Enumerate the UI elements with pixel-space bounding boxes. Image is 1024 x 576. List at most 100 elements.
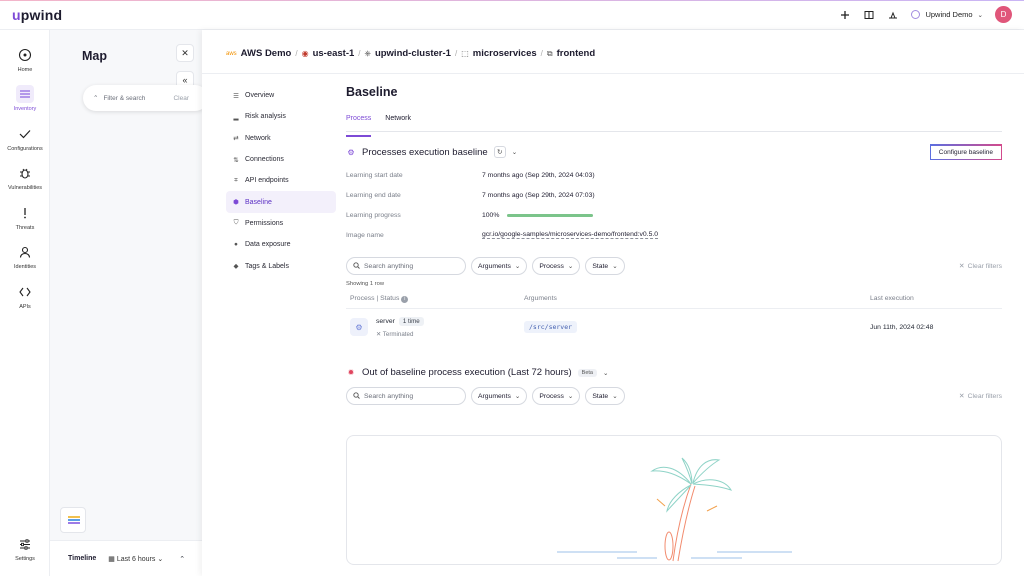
- chevron-down-icon[interactable]: ⌄: [512, 148, 517, 156]
- nav-item-inventory[interactable]: Inventory: [0, 85, 50, 112]
- empty-state-panel: [346, 435, 1002, 565]
- beta-badge: Beta: [577, 368, 597, 377]
- breadcrumb: aws AWS Demo / ◉ us-east-1 / ⎈ upwind-cl…: [226, 48, 595, 59]
- clear-filters-button[interactable]: ✕ Clear filters: [959, 392, 1002, 401]
- filter-process[interactable]: Process ⌄: [532, 257, 581, 276]
- nav-item-identities[interactable]: Identities: [0, 243, 50, 270]
- close-map-button[interactable]: ✕: [176, 44, 194, 62]
- nav-item-vulnerabilities[interactable]: Vulnerabilities: [0, 164, 50, 191]
- nav-item-settings[interactable]: Settings: [0, 535, 50, 562]
- subnav-item-overview[interactable]: ☰ Overview: [226, 85, 336, 106]
- filter-state[interactable]: State ⌄: [585, 387, 625, 406]
- upwind-logo[interactable]: upwind: [12, 7, 62, 23]
- check-icon: [16, 125, 34, 143]
- column-header-last-execution[interactable]: Last execution: [864, 295, 1002, 302]
- filter-arguments[interactable]: Arguments ⌄: [471, 387, 528, 406]
- subnav-item-network[interactable]: ⇄ Network: [226, 128, 336, 149]
- process-icon: ⚙: [350, 318, 368, 337]
- tab-network[interactable]: Network: [385, 115, 411, 131]
- resource-subnav: ☰ Overview ▂ Risk analysis ⇄ Network ⇅ Conne…: [226, 85, 336, 277]
- subnav-label: Connections: [245, 156, 284, 164]
- info-key: Learning end date: [346, 192, 401, 200]
- chip-label: Arguments: [478, 392, 511, 400]
- filter-state[interactable]: State ⌄: [585, 257, 625, 276]
- table-row[interactable]: ⚙ server 1 time ✕ Terminated /src/server…: [346, 309, 1002, 345]
- subnav-item-api-endpoints[interactable]: ⌗ API endpoints: [226, 170, 336, 191]
- nav-item-home[interactable]: Home: [0, 46, 50, 73]
- table-header: Process | Status i Arguments Last execut…: [346, 289, 1002, 310]
- main-content: aws AWS Demo / ◉ us-east-1 / ⎈ upwind-cl…: [202, 30, 1024, 576]
- search-icon: [353, 262, 360, 271]
- book-icon[interactable]: [863, 9, 875, 21]
- subnav-item-baseline[interactable]: ⬢ Baseline: [226, 191, 336, 213]
- search-placeholder: Search anything: [364, 262, 414, 270]
- shield-icon: ⛉: [233, 219, 239, 227]
- layers-button[interactable]: [60, 507, 86, 533]
- namespace-icon: ⬚: [461, 49, 469, 58]
- timeline-bar: Timeline ▦ Last 6 hours ⌄ ⌃: [50, 540, 202, 576]
- search-input[interactable]: Search anything: [346, 257, 466, 276]
- timeline-range-select[interactable]: ▦ Last 6 hours ⌄: [108, 555, 163, 563]
- nav-label: Inventory: [13, 106, 37, 112]
- breadcrumb-separator: /: [540, 49, 543, 58]
- activity-icon[interactable]: [887, 9, 899, 21]
- layers-icon-line: [68, 519, 80, 521]
- clear-filters-button[interactable]: ✕ Clear filters: [958, 262, 1002, 271]
- info-value: 7 months ago (Sep 29th, 2024 07:03): [482, 192, 595, 200]
- breadcrumb-item[interactable]: AWS Demo: [241, 48, 292, 59]
- avatar[interactable]: D: [995, 6, 1012, 23]
- tab-process[interactable]: Process: [346, 115, 372, 137]
- chevron-down-icon[interactable]: ⌄: [603, 369, 608, 377]
- column-header-process[interactable]: Process | Status i: [346, 295, 518, 303]
- column-label: Process | Status: [350, 294, 400, 302]
- process-cell: ⚙ server 1 time ✕ Terminated: [346, 316, 518, 338]
- baseline-content: Baseline Process Network ⚙ Processes exe…: [346, 85, 1002, 406]
- subnav-item-data-exposure[interactable]: ● Data exposure: [226, 234, 336, 255]
- nav-item-threats[interactable]: Threats: [0, 204, 50, 231]
- subnav-item-risk-analysis[interactable]: ▂ Risk analysis: [226, 106, 336, 127]
- subnav-item-connections[interactable]: ⇅ Connections: [226, 149, 336, 170]
- subnav-label: Risk analysis: [245, 113, 286, 121]
- map-filter-search[interactable]: ⌃ Filter & search Clear: [83, 85, 208, 111]
- info-row: Learning end date 7 months ago (Sep 29th…: [346, 186, 1002, 206]
- process-line: server 1 time: [376, 316, 424, 326]
- nav-item-apis[interactable]: APIs: [0, 283, 50, 310]
- double-chevron-up-icon[interactable]: ⌃: [179, 555, 185, 563]
- info-value: 100%: [482, 211, 500, 219]
- account-switcher[interactable]: Upwind Demo ⌄: [911, 10, 983, 19]
- map-clear-button[interactable]: Clear: [173, 95, 189, 102]
- info-key: Learning start date: [346, 172, 403, 180]
- nav-item-configurations[interactable]: Configurations: [0, 125, 50, 152]
- subnav-item-tags-labels[interactable]: ◆ Tags & Labels: [226, 255, 336, 276]
- process-name: server: [376, 317, 395, 325]
- image-name-value[interactable]: gcr.io/google-samples/microservices-demo…: [482, 231, 659, 240]
- subnav-label: Overview: [245, 92, 275, 100]
- plus-icon[interactable]: [839, 9, 851, 21]
- row-count: Showing 1 row: [346, 281, 385, 288]
- subnav-label: Permissions: [245, 219, 284, 227]
- progress-fill: [507, 213, 594, 217]
- timeline-label: Timeline: [68, 555, 97, 562]
- filter-arguments[interactable]: Arguments ⌄: [471, 257, 528, 276]
- nav-label: Settings: [15, 556, 35, 562]
- process-table: Process | Status i Arguments Last execut…: [346, 289, 1002, 345]
- top-right-actions: Upwind Demo ⌄ D: [839, 6, 1012, 23]
- alert-icon: [16, 204, 34, 222]
- column-header-arguments[interactable]: Arguments: [518, 295, 864, 302]
- breadcrumb-separator: /: [295, 49, 298, 58]
- close-icon: ✕: [376, 330, 383, 338]
- breadcrumb-item[interactable]: us-east-1: [313, 48, 355, 59]
- breadcrumb-item[interactable]: frontend: [557, 48, 596, 59]
- refresh-button[interactable]: ↻: [493, 146, 506, 158]
- subnav-item-permissions[interactable]: ⛉ Permissions: [226, 213, 336, 234]
- chevron-down-icon: ⌄: [977, 11, 983, 19]
- close-icon: ✕: [958, 263, 965, 271]
- baseline-header: ⚙ Processes execution baseline ↻ ⌄ Confi…: [346, 144, 1002, 164]
- search-input[interactable]: Search anything: [346, 387, 466, 406]
- breadcrumb-item[interactable]: microservices: [473, 48, 537, 59]
- filter-process[interactable]: Process ⌄: [532, 387, 581, 406]
- info-row: Image name gcr.io/google-samples/microse…: [346, 225, 1002, 245]
- configure-baseline-button[interactable]: Configure baseline: [929, 144, 1002, 160]
- breadcrumb-item[interactable]: upwind-cluster-1: [375, 48, 451, 59]
- subnav-label: API endpoints: [245, 177, 289, 185]
